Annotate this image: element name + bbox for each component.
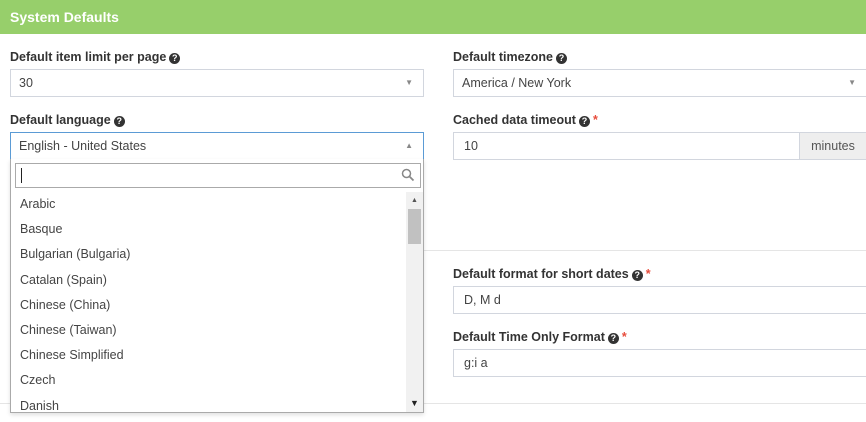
language-option[interactable]: Danish [11, 394, 405, 413]
language-search-input[interactable] [15, 163, 421, 188]
chevron-down-icon: ▼ [848, 78, 856, 87]
short-date-label: Default format for short dates? * [453, 267, 651, 281]
language-option[interactable]: Chinese (China) [11, 293, 405, 318]
time-only-label: Default Time Only Format? * [453, 330, 627, 344]
language-label: Default language? [10, 113, 125, 127]
section-divider [424, 250, 866, 251]
panel-title: System Defaults [10, 9, 119, 25]
question-circle-icon[interactable]: ? [556, 53, 568, 64]
item-limit-select[interactable]: 30 ▼ [10, 69, 424, 97]
timezone-select[interactable]: America / New York ▼ [453, 69, 866, 97]
minutes-addon: minutes [799, 132, 866, 160]
question-circle-icon[interactable]: ? [631, 270, 643, 281]
short-date-label-text: Default format for short dates [453, 267, 629, 281]
timezone-value: America / New York [462, 76, 572, 90]
cache-timeout-input[interactable]: 10 [453, 132, 800, 160]
scroll-down-icon[interactable]: ▼ [406, 395, 423, 412]
search-icon [401, 168, 415, 182]
language-label-text: Default language [10, 113, 111, 127]
required-marker: * [621, 330, 627, 344]
required-marker: * [592, 113, 598, 127]
language-option[interactable]: Chinese (Taiwan) [11, 318, 405, 343]
required-marker: * [645, 267, 651, 281]
chevron-up-icon: ▲ [405, 141, 413, 150]
dropdown-scrollbar[interactable]: ▲ ▼ [406, 192, 423, 412]
cache-timeout-label-text: Cached data timeout [453, 113, 576, 127]
language-dropdown: Arabic Basque Bulgarian (Bulgaria) Catalan … [10, 159, 424, 413]
item-limit-label: Default item limit per page? [10, 50, 181, 64]
language-option[interactable]: Arabic [11, 192, 405, 217]
language-option[interactable]: Bulgarian (Bulgaria) [11, 242, 405, 267]
question-circle-icon[interactable]: ? [607, 333, 619, 344]
language-option[interactable]: Catalan (Spain) [11, 268, 405, 293]
scroll-thumb[interactable] [408, 209, 421, 244]
question-circle-icon[interactable]: ? [113, 116, 125, 127]
cache-timeout-value: 10 [464, 139, 478, 153]
language-option[interactable]: Basque [11, 217, 405, 242]
text-cursor [21, 168, 22, 183]
chevron-down-icon: ▼ [405, 78, 413, 87]
minutes-addon-text: minutes [811, 139, 855, 153]
panel-header: System Defaults [0, 0, 866, 34]
time-only-label-text: Default Time Only Format [453, 330, 605, 344]
timezone-label: Default timezone? [453, 50, 568, 64]
item-limit-label-text: Default item limit per page [10, 50, 167, 64]
language-option[interactable]: Czech [11, 368, 405, 393]
short-date-input[interactable]: D, M d [453, 286, 866, 314]
scroll-up-icon[interactable]: ▲ [406, 192, 423, 209]
language-select[interactable]: English - United States ▲ [10, 132, 424, 160]
item-limit-value: 30 [19, 76, 33, 90]
short-date-value: D, M d [464, 293, 501, 307]
time-only-input[interactable]: g:i a [453, 349, 866, 377]
time-only-value: g:i a [464, 356, 488, 370]
language-option[interactable]: Chinese Simplified [11, 343, 405, 368]
cache-timeout-label: Cached data timeout? * [453, 113, 598, 127]
language-value: English - United States [19, 139, 147, 153]
language-options-list: Arabic Basque Bulgarian (Bulgaria) Catalan … [11, 192, 405, 412]
question-circle-icon[interactable]: ? [169, 53, 181, 64]
timezone-label-text: Default timezone [453, 50, 554, 64]
question-circle-icon[interactable]: ? [578, 116, 590, 127]
